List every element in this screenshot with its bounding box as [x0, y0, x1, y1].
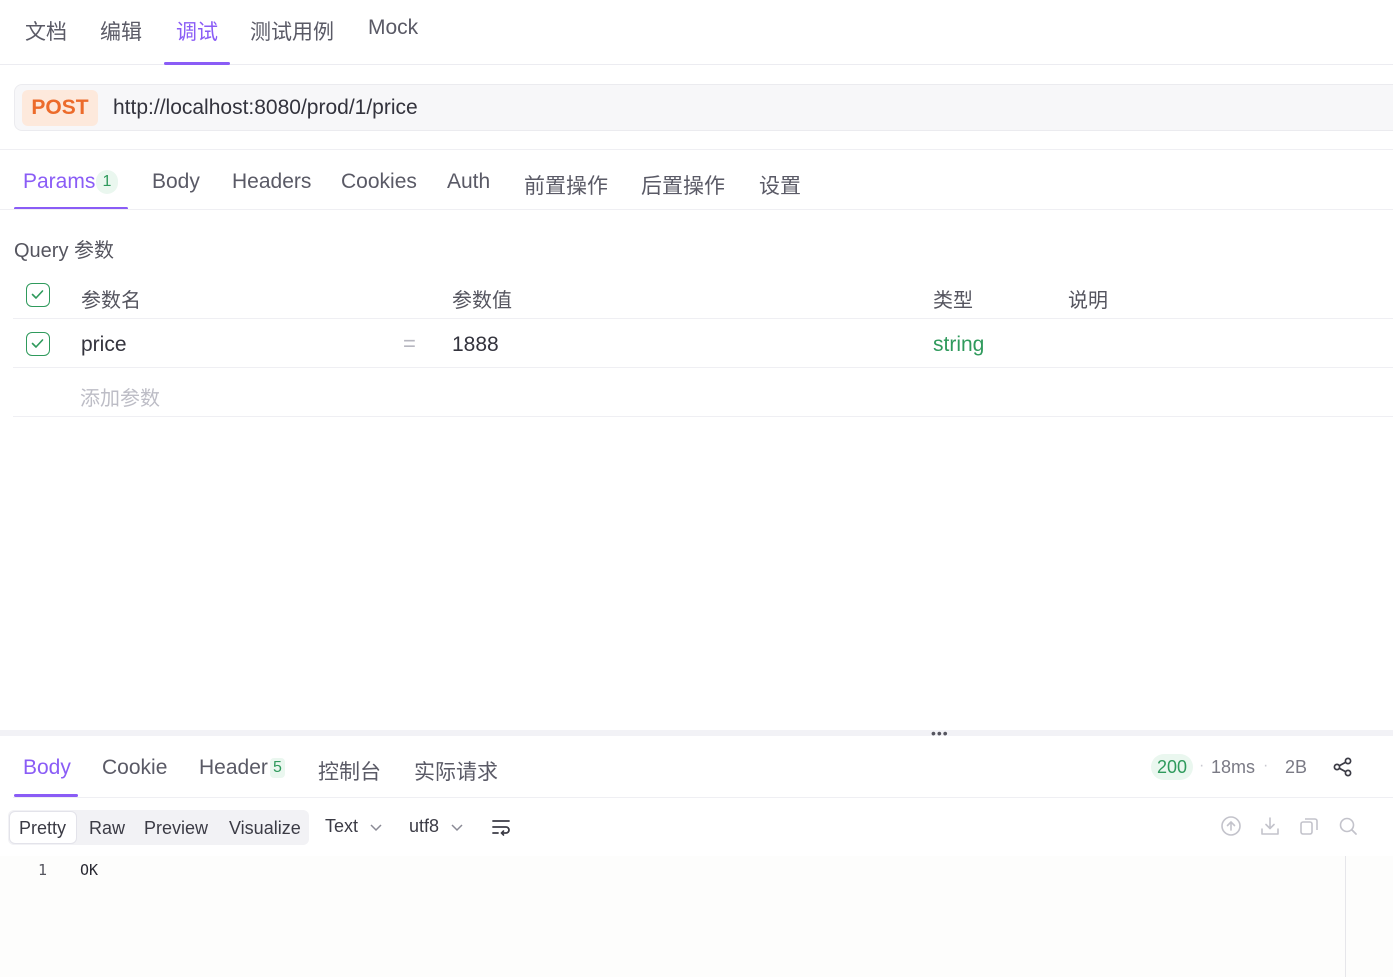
- share-icon[interactable]: [1332, 756, 1354, 778]
- format-value: Text: [325, 816, 359, 836]
- tab-test-cases[interactable]: 测试用例: [250, 16, 334, 46]
- copy-icon[interactable]: [1298, 815, 1320, 837]
- tab-headers[interactable]: Headers: [232, 170, 311, 194]
- scrollbar[interactable]: [1345, 856, 1359, 977]
- response-size: 2B: [1285, 757, 1308, 777]
- separator-dot: ·: [1263, 757, 1269, 774]
- method-selector[interactable]: POST: [22, 90, 98, 126]
- header-count-badge: 5: [270, 758, 285, 778]
- params-count-badge: 1: [96, 170, 118, 194]
- tab-settings[interactable]: 设置: [759, 170, 801, 200]
- tab-pre-request[interactable]: 前置操作: [524, 170, 608, 200]
- chevron-down-icon: [370, 824, 382, 832]
- response-tab-body[interactable]: Body: [23, 756, 71, 780]
- view-mode-pretty[interactable]: Pretty: [19, 818, 66, 839]
- response-tab-console[interactable]: 控制台: [318, 756, 381, 786]
- equals-sign: =: [403, 331, 416, 356]
- separator-dot: ·: [1199, 757, 1205, 774]
- tab-debug[interactable]: 调试: [176, 16, 218, 46]
- tab-docs[interactable]: 文档: [25, 16, 67, 46]
- view-mode-raw[interactable]: Raw: [89, 818, 125, 839]
- tab-auth[interactable]: Auth: [447, 170, 490, 194]
- response-tab-actual-request[interactable]: 实际请求: [414, 756, 498, 786]
- upload-icon[interactable]: [1220, 815, 1242, 837]
- line-number: 1: [38, 861, 48, 879]
- tab-edit[interactable]: 编辑: [100, 16, 142, 46]
- drag-handle-icon[interactable]: •••: [931, 726, 949, 740]
- view-mode-preview[interactable]: Preview: [144, 818, 208, 839]
- check-icon: [31, 290, 44, 299]
- response-tab-header[interactable]: Header: [199, 756, 268, 780]
- param-type-select[interactable]: string: [933, 333, 984, 357]
- response-body-editor[interactable]: [0, 856, 1393, 977]
- tab-mock[interactable]: Mock: [368, 16, 418, 40]
- encoding-dropdown[interactable]: utf8: [409, 816, 464, 837]
- column-header-value: 参数值: [452, 290, 512, 312]
- add-param-input[interactable]: 添加参数: [80, 382, 160, 411]
- check-icon: [31, 339, 44, 348]
- param-value-field[interactable]: 1888: [452, 333, 499, 357]
- divider: [0, 209, 1393, 210]
- column-header-description: 说明: [1068, 290, 1108, 312]
- active-tab-indicator: [164, 62, 230, 65]
- column-header-name: 参数名: [81, 290, 141, 312]
- tab-cookies[interactable]: Cookies: [341, 170, 417, 194]
- column-header-type: 类型: [933, 290, 973, 312]
- row-checkbox[interactable]: [26, 332, 50, 356]
- encoding-value: utf8: [409, 816, 440, 836]
- code-line: OK: [80, 861, 99, 879]
- panel-splitter[interactable]: [0, 730, 1393, 736]
- format-dropdown[interactable]: Text: [325, 816, 383, 837]
- select-all-checkbox[interactable]: [26, 283, 50, 307]
- response-tab-cookie[interactable]: Cookie: [102, 756, 167, 780]
- tab-post-request[interactable]: 后置操作: [641, 170, 725, 200]
- table-row-divider: [13, 318, 1393, 319]
- response-time: 18ms: [1211, 757, 1256, 777]
- table-row-divider: [13, 367, 1393, 368]
- chevron-down-icon: [451, 824, 463, 832]
- param-name-field[interactable]: price: [81, 333, 127, 357]
- divider: [0, 149, 1393, 150]
- download-icon[interactable]: [1259, 815, 1281, 837]
- wrap-lines-icon[interactable]: [490, 816, 512, 838]
- divider: [13, 797, 1393, 798]
- url-input[interactable]: http://localhost:8080/prod/1/price: [113, 96, 418, 120]
- tab-body[interactable]: Body: [152, 170, 200, 194]
- table-row-divider: [13, 416, 1393, 417]
- view-mode-visualize[interactable]: Visualize: [229, 818, 301, 839]
- status-badge: 200: [1151, 754, 1193, 780]
- query-params-title: Query 参数: [14, 240, 115, 262]
- search-icon[interactable]: [1337, 815, 1359, 837]
- request-url-bar[interactable]: POST http://localhost:8080/prod/1/price: [14, 84, 1393, 131]
- tab-params[interactable]: Params: [23, 170, 95, 194]
- top-tab-bar: 文档 编辑 调试 测试用例 Mock: [0, 0, 1393, 65]
